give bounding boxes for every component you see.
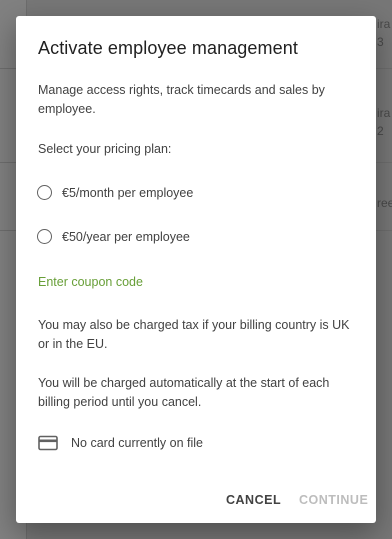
plan-option-monthly[interactable]: €5/month per employee (37, 185, 193, 200)
dialog-description: Manage access rights, track timecards an… (38, 83, 325, 116)
cancel-button[interactable]: CANCEL (226, 493, 281, 507)
card-status-text: No card currently on file (71, 436, 204, 450)
radio-button-icon[interactable] (37, 229, 52, 244)
plan-option-yearly[interactable]: €50/year per employee (37, 229, 190, 244)
tax-note: You may also be charged tax if your bill… (38, 318, 350, 351)
background-text: ira (377, 17, 391, 31)
billing-note: You will be charged automatically at the… (38, 376, 330, 409)
card-status-row: No card currently on file (38, 435, 203, 451)
plan-option-label: €5/month per employee (62, 185, 194, 200)
dialog-title: Activate employee management (38, 38, 298, 58)
plan-prompt: Select your pricing plan: (38, 142, 172, 156)
continue-button[interactable]: CONTINUE (299, 493, 368, 507)
background-text: 2 (377, 124, 384, 138)
plan-option-label: €50/year per employee (62, 229, 190, 244)
background-text: 3 (377, 35, 384, 49)
enter-coupon-link[interactable]: Enter coupon code (38, 275, 143, 289)
background-text: ira (377, 106, 391, 120)
radio-button-icon[interactable] (37, 185, 52, 200)
credit-card-icon (38, 435, 58, 451)
background-text: ree (377, 196, 392, 210)
activate-employee-dialog: Activate employee management Manage acce… (16, 16, 376, 523)
